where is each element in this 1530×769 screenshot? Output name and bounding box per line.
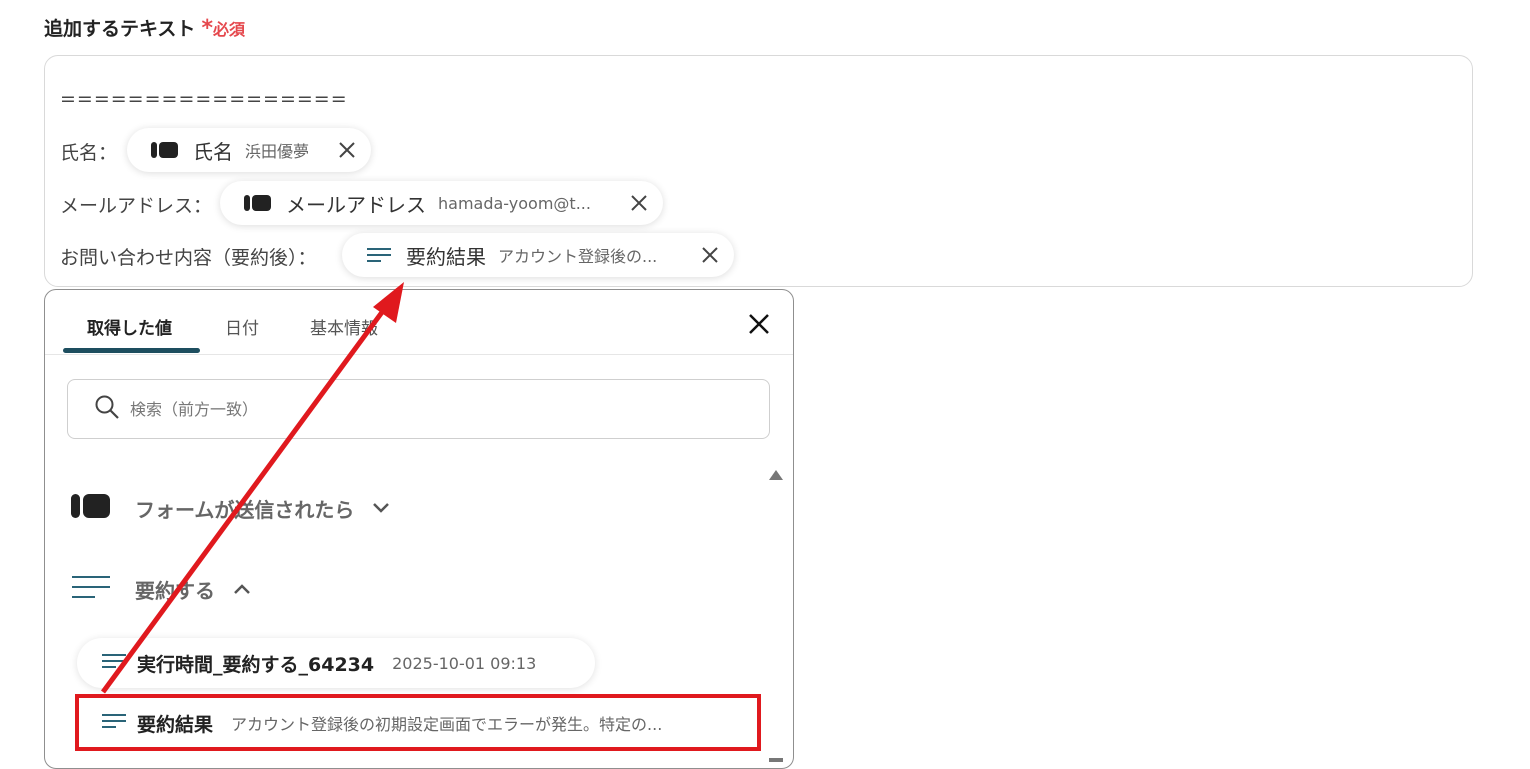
row-label-inquiry: お問い合わせ内容（要約後）： [60,247,317,269]
required-badge: 必須 [212,20,245,39]
section-label: 要約する [135,578,215,603]
field-label-text: 追加するテキスト [44,18,196,40]
chip-value: hamada-yoom@t... [438,193,591,213]
section-form-trigger[interactable]: フォームが送信されたら [71,493,390,523]
search-icon [94,394,120,424]
tab-basic-info[interactable]: 基本情報 [310,314,378,339]
item-name: 実行時間_要約する_64234 [137,653,375,676]
required-star: * [201,16,213,41]
variable-chip-name[interactable]: 氏名 浜田優夢 [127,128,371,172]
variable-chip-email[interactable]: メールアドレス hamada-yoom@t... [220,181,663,225]
item-value: 2025-10-01 09:13 [392,653,537,673]
chevron-down-icon[interactable] [372,502,390,514]
chip-name: 氏名 [193,139,233,164]
search-input[interactable] [128,398,692,420]
field-label: 追加するテキスト *必須 [44,14,245,41]
row-label-email: メールアドレス： [60,195,213,217]
chevron-up-icon[interactable] [233,583,251,595]
form-icon [71,493,111,523]
section-summarize[interactable]: 要約する [71,574,251,604]
section-label: フォームが送信されたら [135,497,355,522]
close-icon[interactable] [747,312,771,340]
chip-value: 浜田優夢 [245,142,310,161]
search-box[interactable] [67,379,770,439]
scroll-down-arrow[interactable] [769,758,783,762]
summary-lines-icon [366,246,392,264]
summary-lines-icon [101,652,127,674]
scroll-up-arrow[interactable] [769,470,783,480]
chip-value: アカウント登録後の... [498,247,658,266]
annotation-highlight-box [75,694,761,751]
close-icon[interactable] [337,140,357,160]
summary-lines-icon [71,574,111,604]
close-icon[interactable] [700,245,720,265]
active-tab-indicator [63,348,200,353]
form-icon [244,194,272,212]
separator-line: ================= [60,88,348,110]
tab-divider [45,354,793,355]
list-item-execution-time[interactable]: 実行時間_要約する_64234 2025-10-01 09:13 [77,638,595,688]
chip-name: 要約結果 [406,244,486,269]
chip-name: メールアドレス [286,192,426,217]
variable-chip-summary[interactable]: 要約結果 アカウント登録後の... [342,233,734,277]
form-icon [151,141,179,159]
tab-date[interactable]: 日付 [225,314,259,339]
close-icon[interactable] [629,193,649,213]
row-label-name: 氏名： [60,142,118,164]
tab-acquired-values[interactable]: 取得した値 [87,314,172,339]
